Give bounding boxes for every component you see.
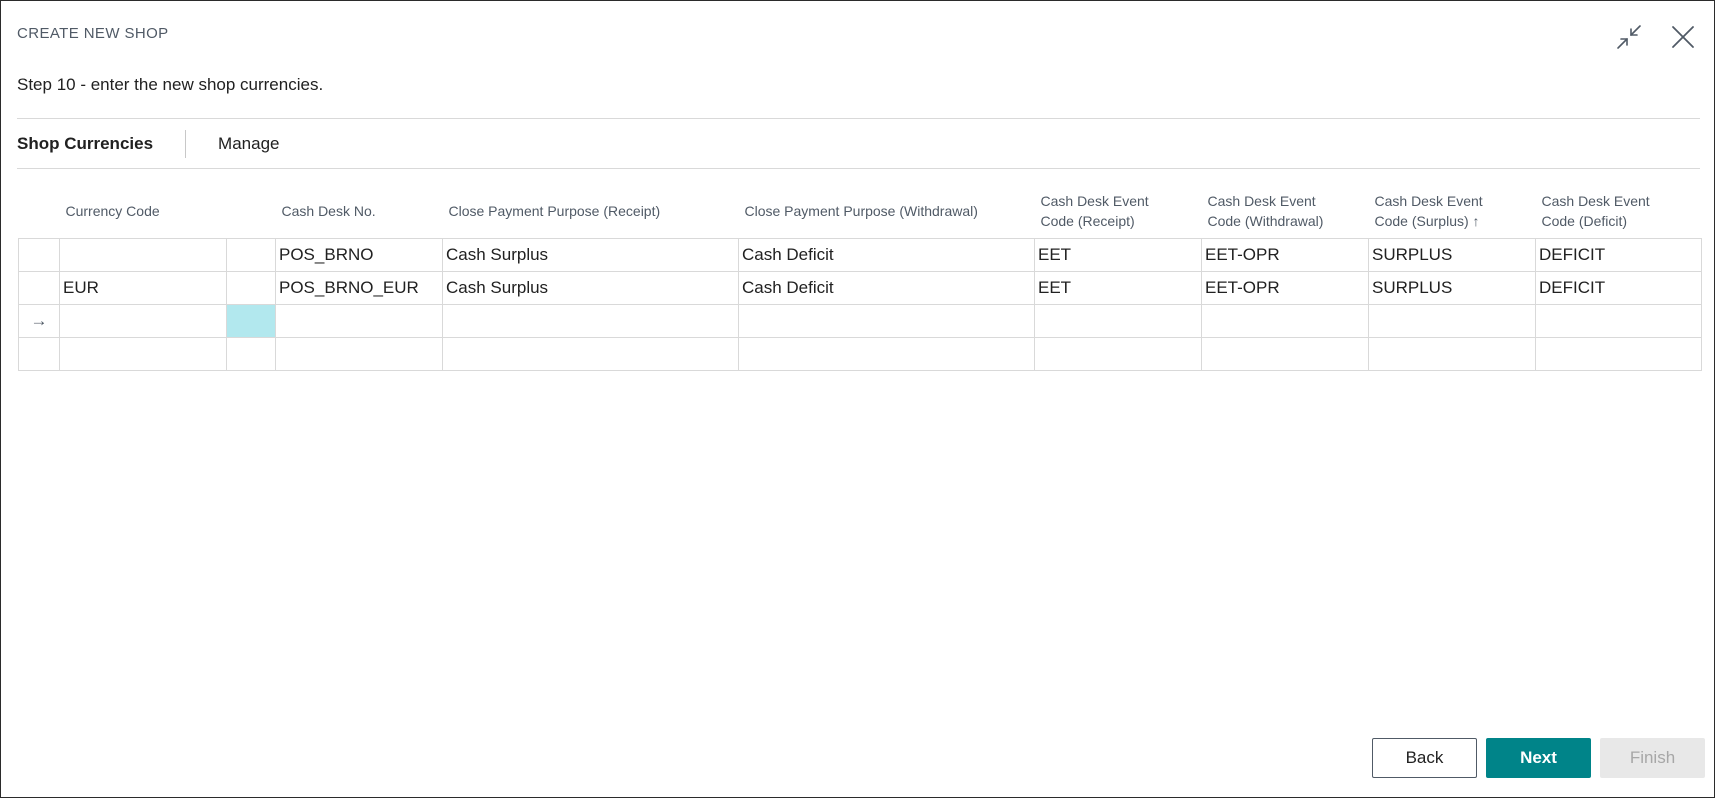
collapse-button[interactable]: [1611, 19, 1647, 55]
header-line: Code (Surplus): [1374, 213, 1469, 229]
header-close-purpose-receipt[interactable]: Close Payment Purpose (Receipt): [443, 184, 739, 239]
cell-close-purpose-receipt[interactable]: [442, 304, 739, 338]
cell-event-surplus[interactable]: SURPLUS: [1368, 271, 1536, 305]
cell-event-withdrawal[interactable]: [1201, 304, 1369, 338]
header-blank: [227, 184, 276, 239]
table-row[interactable]: →: [18, 304, 1702, 338]
collapse-icon: [1617, 25, 1641, 49]
cell-event-withdrawal[interactable]: [1201, 337, 1369, 371]
header-indicator: [19, 184, 60, 239]
cell-event-surplus[interactable]: [1368, 304, 1536, 338]
header-close-purpose-withdrawal[interactable]: Close Payment Purpose (Withdrawal): [739, 184, 1035, 239]
cell-currency-code[interactable]: [59, 337, 227, 371]
row-indicator[interactable]: [18, 271, 60, 305]
header-event-surplus[interactable]: Cash Desk Event Code (Surplus) ↑: [1369, 184, 1536, 239]
tab-bar: Shop Currencies Manage: [17, 122, 279, 166]
header-line: Code (Receipt): [1040, 213, 1135, 229]
row-indicator-arrow-icon[interactable]: →: [18, 304, 60, 338]
cell-cash-desk-no[interactable]: [275, 337, 443, 371]
cell-close-purpose-withdrawal[interactable]: Cash Deficit: [738, 271, 1035, 305]
table-row[interactable]: [18, 337, 1702, 371]
cell-currency-code[interactable]: [59, 304, 227, 338]
tab-shop-currencies[interactable]: Shop Currencies: [17, 134, 153, 154]
header-line: Cash Desk Event: [1374, 193, 1483, 209]
cell-event-deficit[interactable]: [1535, 304, 1702, 338]
header-line: Cash Desk Event: [1040, 193, 1149, 209]
header-line: Cash Desk Event: [1207, 193, 1316, 209]
table-row[interactable]: POS_BRNO Cash Surplus Cash Deficit EET E…: [18, 238, 1702, 272]
header-cash-desk-no[interactable]: Cash Desk No.: [276, 184, 443, 239]
row-indicator[interactable]: [18, 238, 60, 272]
divider: [17, 118, 1700, 119]
header-event-deficit[interactable]: Cash Desk Event Code (Deficit): [1536, 184, 1702, 239]
back-button[interactable]: Back: [1372, 738, 1477, 778]
shop-currencies-grid: Currency Code Cash Desk No. Close Paymen…: [18, 184, 1702, 371]
cell-currency-code[interactable]: EUR: [59, 271, 227, 305]
tab-separator: [185, 130, 187, 158]
cell-event-receipt[interactable]: [1034, 304, 1202, 338]
cell-blank[interactable]: [226, 337, 276, 371]
header-line: Code (Deficit): [1541, 213, 1628, 229]
cell-close-purpose-receipt[interactable]: Cash Surplus: [442, 271, 739, 305]
cell-event-deficit[interactable]: [1535, 337, 1702, 371]
header-event-withdrawal[interactable]: Cash Desk Event Code (Withdrawal): [1202, 184, 1369, 239]
cell-blank[interactable]: [226, 238, 276, 272]
header-line: Code (Withdrawal): [1207, 213, 1324, 229]
cell-close-purpose-receipt[interactable]: [442, 337, 739, 371]
divider: [17, 168, 1700, 169]
close-button[interactable]: [1665, 19, 1701, 55]
cell-close-purpose-withdrawal[interactable]: [738, 337, 1035, 371]
cell-cash-desk-no[interactable]: POS_BRNO_EUR: [275, 271, 443, 305]
sort-ascending-icon: ↑: [1472, 213, 1480, 229]
header-line: Cash Desk Event: [1541, 193, 1650, 209]
cell-event-deficit[interactable]: DEFICIT: [1535, 238, 1702, 272]
cell-close-purpose-withdrawal[interactable]: [738, 304, 1035, 338]
cell-event-withdrawal[interactable]: EET-OPR: [1201, 271, 1369, 305]
header-currency-code[interactable]: Currency Code: [60, 184, 227, 239]
cell-cash-desk-no[interactable]: POS_BRNO: [275, 238, 443, 272]
cell-event-receipt[interactable]: [1034, 337, 1202, 371]
next-button[interactable]: Next: [1486, 738, 1591, 778]
cell-close-purpose-withdrawal[interactable]: Cash Deficit: [738, 238, 1035, 272]
cell-cash-desk-no[interactable]: [275, 304, 443, 338]
cell-event-withdrawal[interactable]: EET-OPR: [1201, 238, 1369, 272]
dialog-title: CREATE NEW SHOP: [17, 25, 169, 42]
cell-event-surplus[interactable]: SURPLUS: [1368, 238, 1536, 272]
create-new-shop-dialog: CREATE NEW SHOP Step 10 - enter the new …: [0, 0, 1715, 798]
cell-event-receipt[interactable]: EET: [1034, 238, 1202, 272]
finish-button[interactable]: Finish: [1600, 738, 1705, 778]
tab-manage[interactable]: Manage: [218, 134, 279, 154]
row-indicator[interactable]: [18, 337, 60, 371]
cell-currency-code[interactable]: [59, 238, 227, 272]
cell-blank-selected[interactable]: [226, 304, 276, 338]
close-icon: [1672, 26, 1694, 48]
step-instruction: Step 10 - enter the new shop currencies.: [17, 75, 324, 94]
header-event-receipt[interactable]: Cash Desk Event Code (Receipt): [1035, 184, 1202, 239]
cell-event-deficit[interactable]: DEFICIT: [1535, 271, 1702, 305]
cell-blank[interactable]: [226, 271, 276, 305]
table-row[interactable]: EUR POS_BRNO_EUR Cash Surplus Cash Defic…: [18, 271, 1702, 305]
cell-close-purpose-receipt[interactable]: Cash Surplus: [442, 238, 739, 272]
cell-event-surplus[interactable]: [1368, 337, 1536, 371]
cell-event-receipt[interactable]: EET: [1034, 271, 1202, 305]
